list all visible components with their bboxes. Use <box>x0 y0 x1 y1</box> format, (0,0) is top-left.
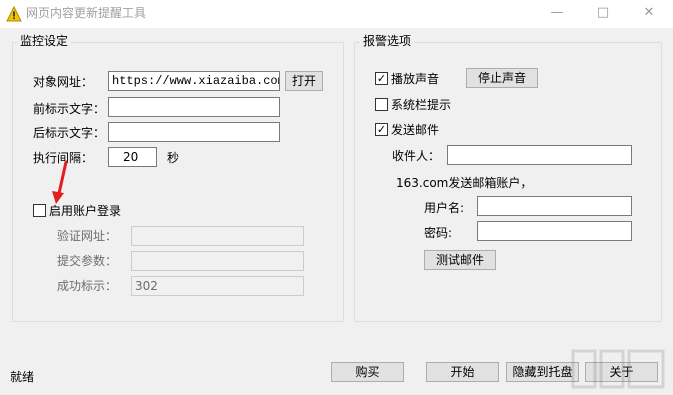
prefix-text-label: 前标示文字： <box>33 102 106 116</box>
suffix-text-input[interactable] <box>108 122 280 142</box>
test-mail-button[interactable]: 测试邮件 <box>424 250 496 270</box>
target-url-label: 对象网址： <box>33 75 94 89</box>
sender-note: 163.com发送邮箱账户， <box>396 176 533 190</box>
maximize-icon[interactable]: □ <box>588 2 618 26</box>
tray-tip-checkbox[interactable] <box>375 98 388 111</box>
submit-params-label: 提交参数： <box>57 254 118 268</box>
success-mark-input[interactable]: 302 <box>131 276 304 296</box>
recipient-input[interactable] <box>447 145 632 165</box>
target-url-input[interactable]: https://www.xiazaiba.com/ <box>108 71 280 91</box>
window-title: 网页内容更新提醒工具 <box>26 6 147 20</box>
interval-input[interactable]: 20 <box>108 147 157 167</box>
start-button[interactable]: 开始 <box>426 362 499 382</box>
password-input[interactable] <box>477 221 632 241</box>
tray-tip-label: 系统栏提示 <box>391 98 452 112</box>
close-icon[interactable]: ✕ <box>634 2 664 26</box>
verify-url-input[interactable] <box>131 226 304 246</box>
send-mail-checkbox[interactable]: ✓ <box>375 123 388 136</box>
alarm-options-title: 报警选项 <box>360 34 415 48</box>
username-input[interactable] <box>477 196 632 216</box>
recipient-label: 收件人： <box>392 149 441 163</box>
username-label: 用户名: <box>424 201 465 215</box>
open-url-button[interactable]: 打开 <box>285 71 323 91</box>
send-mail-label: 发送邮件 <box>391 123 440 137</box>
success-mark-label: 成功标示： <box>57 279 118 293</box>
suffix-text-label: 后标示文字： <box>33 126 106 140</box>
buy-button[interactable]: 购买 <box>331 362 404 382</box>
submit-params-input[interactable] <box>131 251 304 271</box>
prefix-text-input[interactable] <box>108 97 280 117</box>
status-text: 就绪 <box>10 370 35 384</box>
minimize-icon[interactable]: — <box>542 2 572 26</box>
monitor-settings-title: 监控设定 <box>17 34 72 48</box>
password-label: 密码: <box>424 226 453 240</box>
play-sound-label: 播放声音 <box>391 72 440 86</box>
interval-unit-label: 秒 <box>167 151 180 165</box>
annotation-arrow-icon <box>52 160 68 204</box>
stop-sound-button[interactable]: 停止声音 <box>466 68 538 88</box>
play-sound-checkbox[interactable]: ✓ <box>375 72 388 85</box>
verify-url-label: 验证网址： <box>57 229 118 243</box>
watermark-logo-icon <box>571 349 665 389</box>
app-warning-icon <box>6 6 22 22</box>
